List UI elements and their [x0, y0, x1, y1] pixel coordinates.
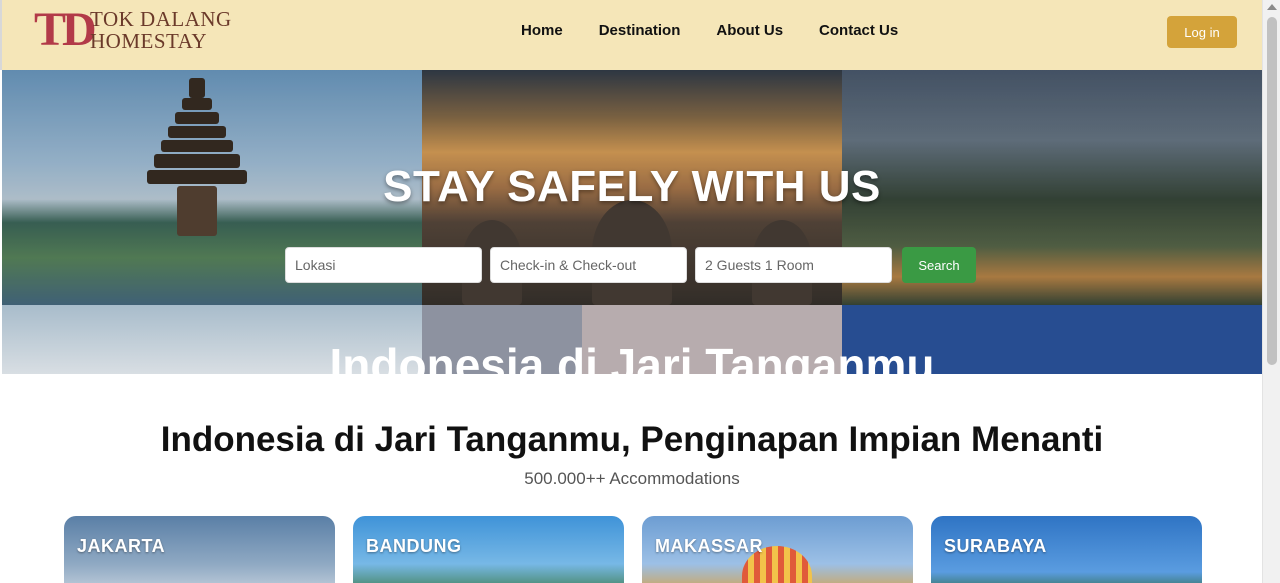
nav-destination[interactable]: Destination — [599, 22, 681, 39]
section-title: Indonesia di Jari Tanganmu, Penginapan I… — [160, 420, 1104, 459]
city-name: JAKARTA — [77, 536, 166, 556]
scroll-up-arrow-icon[interactable] — [1267, 4, 1277, 10]
city-name: SURABAYA — [944, 536, 1047, 556]
search-bar: Search — [285, 247, 976, 283]
nav-contact-us[interactable]: Contact Us — [819, 22, 898, 39]
guests-input[interactable] — [695, 247, 892, 283]
city-name: MAKASSAR — [655, 536, 764, 556]
nav-about-us[interactable]: About Us — [716, 22, 783, 39]
search-button[interactable]: Search — [902, 247, 976, 283]
location-input[interactable] — [285, 247, 482, 283]
city-card-makassar[interactable]: MAKASSAR — [642, 516, 913, 583]
brand-logo[interactable]: TD TOK DALANG HOMESTAY — [34, 6, 244, 56]
nav-home[interactable]: Home — [521, 22, 563, 39]
logo-line-1: TOK DALANG — [90, 7, 232, 31]
vertical-scrollbar[interactable] — [1262, 0, 1280, 583]
logo-wordmark: TOK DALANG HOMESTAY — [90, 8, 232, 52]
logo-mark: TD — [34, 3, 97, 56]
city-name: BANDUNG — [366, 536, 462, 556]
city-card-bandung[interactable]: BANDUNG — [353, 516, 624, 583]
main-nav: Home Destination About Us Contact Us — [521, 22, 898, 39]
logo-line-2: HOMESTAY — [90, 29, 208, 53]
hero-title: STAY SAFELY WITH US — [383, 162, 881, 211]
hero-banner: STAY SAFELY WITH US Search Indonesia di … — [2, 70, 1262, 374]
hero-subtitle: Indonesia di Jari Tanganmu — [329, 339, 935, 374]
city-card-jakarta[interactable]: JAKARTA — [64, 516, 335, 583]
city-card-surabaya[interactable]: SURABAYA — [931, 516, 1202, 583]
scrollbar-thumb[interactable] — [1267, 17, 1277, 365]
login-button[interactable]: Log in — [1167, 16, 1237, 48]
site-header: TD TOK DALANG HOMESTAY Home Destination … — [0, 0, 1262, 70]
accommodation-count: 500.000++ Accommodations — [524, 469, 740, 488]
city-cards: JAKARTA BANDUNG MAKASSAR SURABAYA — [64, 516, 1202, 583]
page: TD TOK DALANG HOMESTAY Home Destination … — [0, 0, 1280, 583]
dates-input[interactable] — [490, 247, 687, 283]
